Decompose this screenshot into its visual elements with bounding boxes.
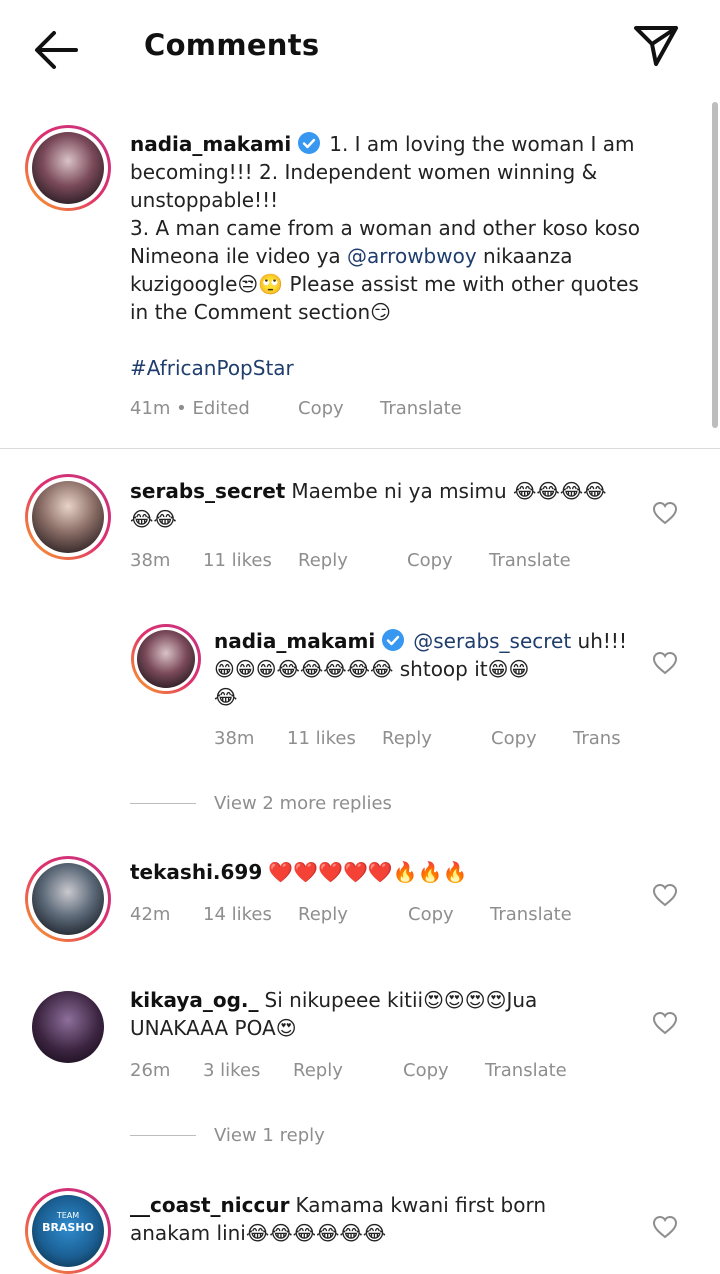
copy-button[interactable]: Copy	[408, 904, 454, 925]
comment-text: serabs_secret Maembe ni ya msimu 😂😂😂😂 😂😂	[130, 479, 607, 531]
caption-username[interactable]: nadia_makami	[130, 132, 291, 156]
reply-button[interactable]: Reply	[382, 728, 432, 749]
view-replies-line	[130, 1135, 196, 1136]
heart-icon[interactable]	[652, 1011, 678, 1035]
verified-badge-icon	[382, 629, 405, 651]
reply-button[interactable]: Reply	[298, 550, 348, 571]
avatar[interactable]	[25, 856, 111, 942]
comment-username[interactable]: kikaya_og._	[130, 988, 259, 1012]
avatar[interactable]	[25, 474, 111, 560]
reply-username[interactable]: nadia_makami	[214, 629, 375, 653]
view-more-replies-button[interactable]: View 2 more replies	[214, 793, 392, 814]
top-bar: Comments	[0, 0, 720, 100]
mention-link[interactable]: @serabs_secret	[413, 629, 571, 653]
page-title: Comments	[144, 28, 320, 62]
reply-button[interactable]: Reply	[298, 904, 348, 925]
timestamp: 38m	[214, 728, 255, 749]
mention-link[interactable]: @arrowbwoy	[347, 244, 477, 268]
timestamp: 26m	[130, 1060, 171, 1081]
comment-text: kikaya_og._ Si nikupeee kitii😍😍😍😍Jua UNAK…	[130, 988, 538, 1040]
comment-username[interactable]: serabs_secret	[130, 479, 285, 503]
likes-count[interactable]: 11 likes	[203, 550, 272, 571]
copy-button[interactable]: Copy	[403, 1060, 449, 1081]
translate-button[interactable]: Trans	[573, 728, 621, 749]
avatar-logo-text: TEAM BRASHO	[42, 1211, 94, 1234]
translate-button[interactable]: Translate	[490, 904, 572, 925]
timestamp: 41m • Edited	[130, 398, 250, 419]
avatar[interactable]	[32, 991, 104, 1063]
view-replies-button[interactable]: View 1 reply	[214, 1125, 325, 1146]
verified-badge-icon	[298, 132, 321, 154]
avatar[interactable]	[25, 125, 111, 211]
comment-text: __coast_niccur Kamama kwani first born an…	[130, 1193, 547, 1245]
copy-button[interactable]: Copy	[491, 728, 537, 749]
likes-count[interactable]: 11 likes	[287, 728, 356, 749]
translate-button[interactable]: Translate	[485, 1060, 567, 1081]
reply-button[interactable]: Reply	[293, 1060, 343, 1081]
heart-icon[interactable]	[652, 883, 678, 907]
timestamp: 38m	[130, 550, 171, 571]
paper-plane-icon[interactable]	[630, 22, 682, 70]
caption-text: nadia_makami 1. I am loving the woman I a…	[130, 130, 690, 382]
comment-username[interactable]: __coast_niccur	[130, 1193, 289, 1217]
comment-text: tekashi.699 ❤️❤️❤️❤️❤️🔥🔥🔥	[130, 860, 468, 884]
timestamp: 42m	[130, 904, 171, 925]
view-replies-line	[130, 803, 196, 804]
comment-username[interactable]: tekashi.699	[130, 860, 262, 884]
heart-icon[interactable]	[652, 1215, 678, 1239]
likes-count[interactable]: 3 likes	[203, 1060, 260, 1081]
scrollbar[interactable]	[712, 102, 718, 428]
copy-button[interactable]: Copy	[298, 398, 344, 419]
reply-text: nadia_makami @serabs_secret uh!!! 😁😁😁😂😂😂😂…	[214, 629, 627, 709]
copy-button[interactable]: Copy	[407, 550, 453, 571]
arrow-left-icon[interactable]	[30, 28, 82, 72]
avatar[interactable]: TEAM BRASHO	[25, 1188, 111, 1274]
heart-icon[interactable]	[652, 651, 678, 675]
hashtag-link[interactable]: #AfricanPopStar	[130, 354, 690, 382]
translate-button[interactable]: Translate	[489, 550, 571, 571]
likes-count[interactable]: 14 likes	[203, 904, 272, 925]
divider	[0, 448, 720, 449]
heart-icon[interactable]	[652, 501, 678, 525]
translate-button[interactable]: Translate	[380, 398, 462, 419]
avatar[interactable]	[131, 624, 201, 694]
